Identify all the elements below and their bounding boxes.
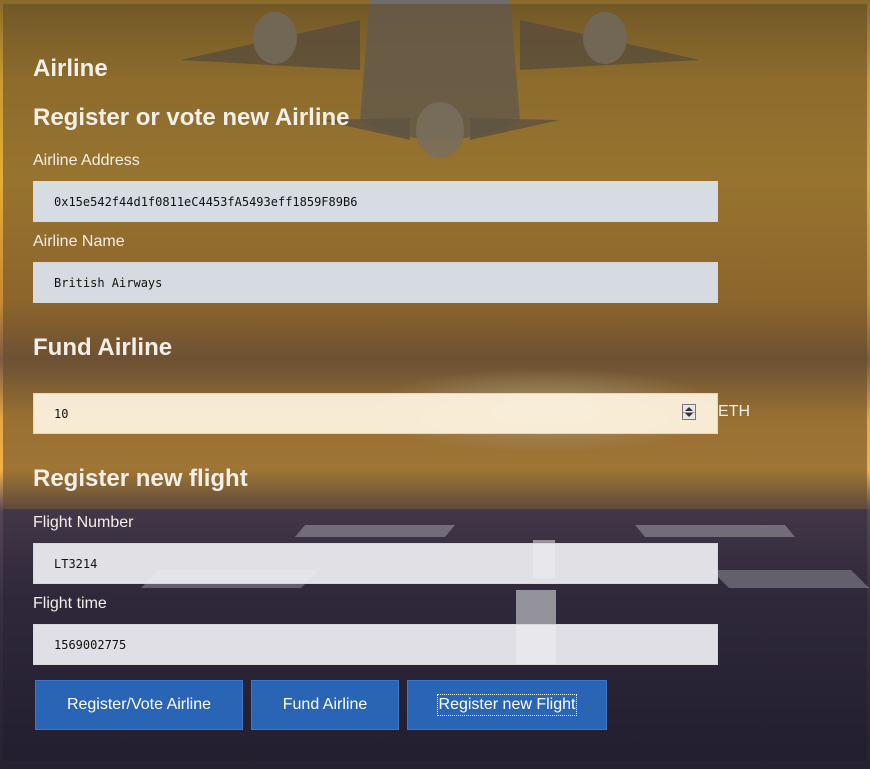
register-vote-airline-label: Register/Vote Airline [66, 696, 212, 713]
register-vote-airline-button[interactable]: Register/Vote Airline [35, 680, 243, 730]
fund-airline-heading: Fund Airline [33, 334, 173, 361]
number-spinner-icon[interactable] [682, 404, 696, 420]
register-new-flight-label: Register new Flight [436, 694, 578, 716]
spinner-down-icon[interactable] [685, 413, 693, 417]
register-airline-heading: Register or vote new Airline [33, 104, 350, 131]
app-title: Airline [33, 55, 108, 82]
fund-amount-input[interactable]: 10 [33, 393, 718, 434]
fund-airline-label: Fund Airline [282, 696, 368, 713]
flight-time-input[interactable]: 1569002775 [33, 624, 718, 665]
flight-number-label: Flight Number [33, 514, 134, 531]
airline-address-label: Airline Address [33, 152, 140, 169]
airline-name-label: Airline Name [33, 233, 125, 250]
spinner-up-icon[interactable] [685, 407, 693, 411]
airline-address-input[interactable]: 0x15e542f44d1f0811eC4453fA5493eff1859F89… [33, 181, 718, 222]
flight-number-input[interactable]: LT3214 [33, 543, 718, 584]
register-new-flight-button[interactable]: Register new Flight [407, 680, 607, 730]
fund-airline-button[interactable]: Fund Airline [251, 680, 399, 730]
flight-time-label: Flight time [33, 595, 107, 612]
register-flight-heading: Register new flight [33, 465, 248, 492]
eth-unit-label: ETH [718, 403, 750, 420]
airline-name-input[interactable]: British Airways [33, 262, 718, 303]
